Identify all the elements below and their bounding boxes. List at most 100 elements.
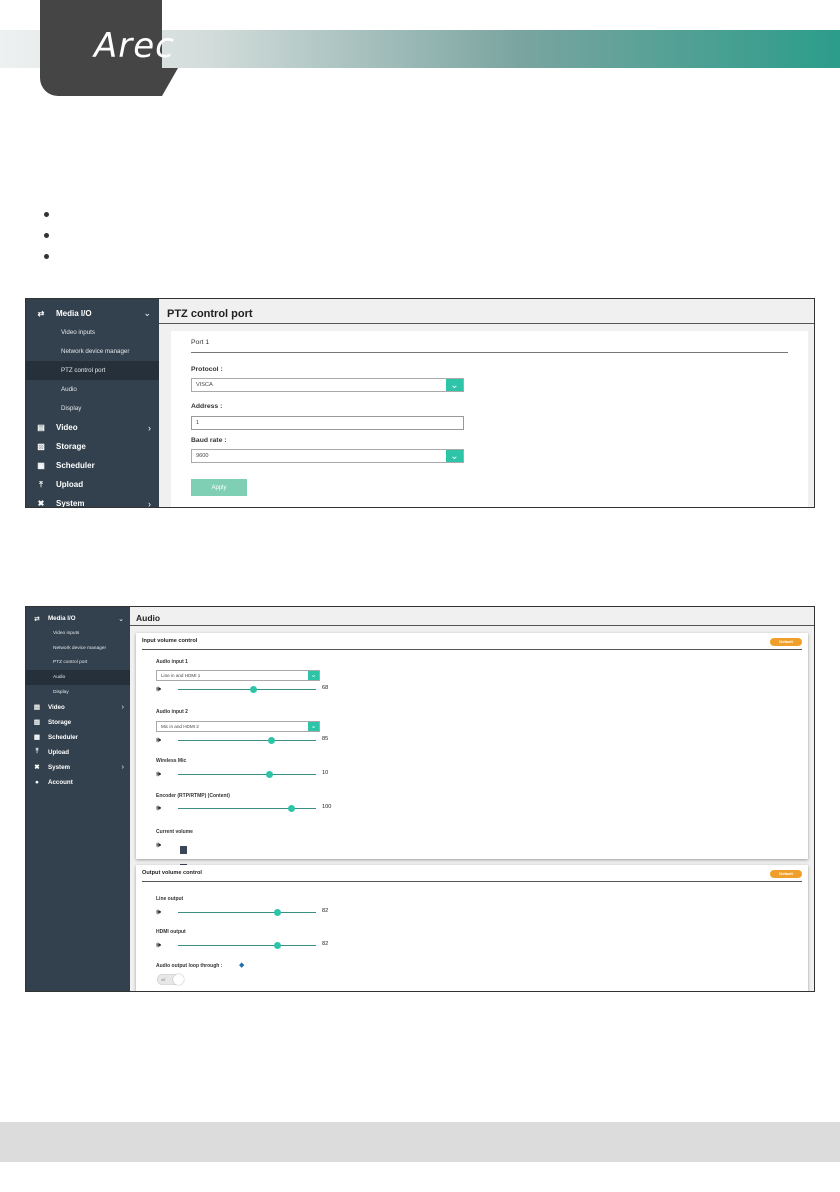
encoder-label: Encoder (RTP/RTMP) (Content) [156,793,230,799]
panel-title: Output volume control [142,870,202,876]
sidebar-item-system[interactable]: ✖ System › [26,494,159,508]
sidebar-item-video[interactable]: ▤ Video › [26,418,159,437]
address-input[interactable]: 1 [191,416,464,430]
sidebar-item-storage[interactable]: ▨ Storage [26,437,159,456]
apply-button[interactable]: Apply [191,479,247,496]
sidebar-item-ptz-control-port[interactable]: PTZ control port [26,656,130,671]
protocol-select[interactable]: VISCA ⌄ [191,378,464,392]
bullet-dot [44,212,49,217]
slider-knob[interactable] [273,941,281,949]
sidebar-item-label: Upload [56,480,84,489]
sidebar-item-media-io[interactable]: ⇄ Media I/O ⌄ [26,304,159,323]
default-button[interactable]: Default [770,638,802,646]
sidebar-item-upload[interactable]: ⤒ Upload [26,475,159,494]
sidebar-item-scheduler[interactable]: ▦ Scheduler [26,730,130,745]
chevron-down-icon[interactable]: ⌄ [308,722,319,731]
sidebar-item-video[interactable]: ▤ Video › [26,700,130,715]
default-button[interactable]: Default [770,870,802,878]
slider-knob[interactable] [273,908,281,916]
ptz-control-screenshot: ⇄ Media I/O ⌄ Video inputs Network devic… [25,298,815,508]
brand-logo: Arec [94,26,175,66]
port-title: Port 1 [191,339,788,353]
volume-slider[interactable] [178,908,316,916]
sidebar-item-label: Network device manager [61,348,130,355]
sidebar-item-audio[interactable]: Audio [26,380,159,399]
speaker-icon: 🕪 [156,769,162,778]
protocol-select-value: VISCA [196,382,213,388]
chevron-down-icon[interactable]: ⌄ [446,379,463,391]
sidebar-item-label: Storage [48,718,72,726]
chevron-down-icon[interactable]: ⌄ [308,671,319,680]
baud-rate-label: Baud rate : [191,437,227,444]
storage-icon: ▨ [33,719,41,727]
volume-slider[interactable] [178,770,316,778]
baud-rate-select[interactable]: 9600 ⌄ [191,449,464,463]
chevron-right-icon: › [121,703,124,711]
protocol-label: Protocol : [191,366,223,373]
chevron-down-icon: ⌄ [143,308,151,318]
sidebar-item-video-inputs[interactable]: Video inputs [26,323,159,342]
volume-slider[interactable] [178,736,316,744]
bullet-list [44,212,49,275]
speaker-icon: 🕪 [156,684,162,693]
sidebar-item-system[interactable]: ✖ System › [26,760,130,775]
current-volume-label: Current volume [156,829,193,835]
scheduler-icon: ▦ [37,461,45,470]
sidebar-item-account[interactable]: ● Account [26,775,130,790]
sidebar-item-label: Scheduler [48,733,78,741]
sidebar-item-label: Account [48,778,73,786]
speaker-icon: 🕪 [156,803,162,812]
sidebar-item-network-device-manager[interactable]: Network device manager [26,342,159,361]
volume-value: 100 [322,804,332,810]
sidebar-item-label: Display [53,690,69,696]
sidebar-item-display[interactable]: Display [26,399,159,418]
sidebar-item-media-io[interactable]: ⇄ Media I/O ⌄ [26,611,130,626]
address-label: Address : [191,403,223,410]
volume-value: 85 [322,736,329,742]
logo-tab: Arec [40,0,174,96]
storage-icon: ▨ [37,442,45,451]
line-output-label: Line output [156,896,184,902]
chevron-right-icon: › [148,498,151,508]
main-content: PTZ control port Port 1 Protocol : VISCA… [159,299,814,507]
toggle-knob [173,974,184,985]
wireless-mic-label: Wireless Mic [156,758,187,764]
sidebar-item-label: Video [56,423,78,432]
audio-input-2-select[interactable]: Mic in and HDMI 2 ⌄ [156,721,320,732]
sidebar-item-scheduler[interactable]: ▦ Scheduler [26,456,159,475]
sidebar-item-network-device-manager[interactable]: Network device manager [26,641,130,656]
slider-knob[interactable] [287,804,295,812]
sidebar-item-upload[interactable]: ⤒ Upload [26,745,130,760]
meter-bar [180,846,187,854]
volume-slider[interactable] [178,941,316,949]
sidebar-item-video-inputs[interactable]: Video inputs [26,626,130,641]
hdmi-output-label: HDMI output [156,929,186,935]
select-value: Mic in and HDMI 2 [161,724,199,729]
audio-input-1-select[interactable]: Line in and HDMI 1 ⌄ [156,670,320,681]
info-icon[interactable]: ◆ [239,961,244,969]
sidebar-item-ptz-control-port[interactable]: PTZ control port [26,361,159,380]
media-io-icon: ⇄ [37,309,45,318]
video-icon: ▤ [37,423,45,432]
loop-through-toggle[interactable]: off [157,974,184,985]
upload-icon: ⤒ [39,479,43,489]
output-volume-title: Output volume control Default [142,870,802,882]
sidebar-item-label: Video inputs [61,329,95,336]
address-input-value: 1 [196,420,200,426]
slider-knob[interactable] [250,685,258,693]
upload-icon: ⤒ [35,748,39,756]
slider-knob[interactable] [265,770,273,778]
baud-rate-select-value: 9600 [196,453,209,459]
sidebar-item-audio[interactable]: Audio [26,670,130,686]
bullet-dot [44,254,49,259]
main-content: Audio Input volume control Default Audio… [130,607,814,991]
video-icon: ▤ [33,704,41,712]
volume-slider[interactable] [178,685,316,693]
volume-slider[interactable] [178,804,316,812]
slider-knob[interactable] [268,736,276,744]
sidebar-item-label: System [56,499,85,508]
sidebar-item-display[interactable]: Display [26,685,130,700]
output-volume-panel: Output volume control Default Line outpu… [136,865,808,991]
sidebar-item-storage[interactable]: ▨ Storage [26,715,130,730]
chevron-down-icon[interactable]: ⌄ [446,450,463,462]
